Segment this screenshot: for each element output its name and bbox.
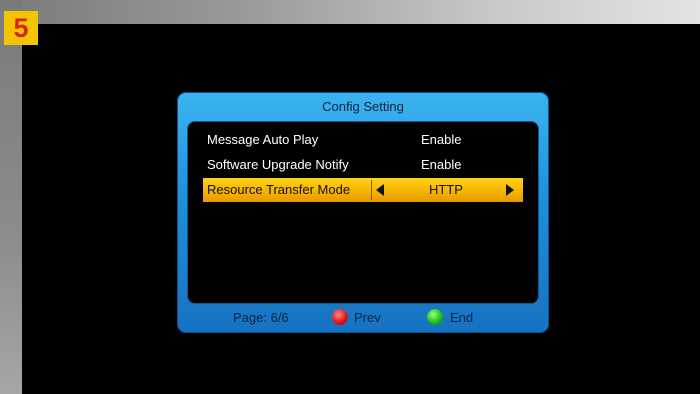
red-button-icon[interactable] — [332, 309, 348, 325]
green-button-icon[interactable] — [427, 309, 443, 325]
dialog-footer: Page: 6/6 Prev End — [177, 306, 549, 330]
setting-row-software-upgrade-notify[interactable]: Software Upgrade Notify Enable — [203, 153, 523, 177]
dialog-title: Config Setting — [322, 99, 404, 114]
prev-label: Prev — [354, 310, 381, 325]
page-indicator: Page: 6/6 — [233, 310, 289, 325]
setting-label: Software Upgrade Notify — [207, 157, 349, 172]
window-frame-top — [0, 0, 700, 24]
window-frame-left — [0, 0, 22, 394]
setting-value: HTTP — [429, 182, 463, 197]
setting-value: Enable — [421, 132, 462, 147]
setting-row-message-auto-play[interactable]: Message Auto Play Enable — [203, 128, 523, 152]
config-setting-dialog: Config Setting Message Auto Play Enable … — [177, 92, 549, 333]
step-number-badge: 5 — [4, 11, 38, 45]
setting-label: Resource Transfer Mode — [207, 182, 351, 197]
end-label: End — [450, 310, 474, 325]
setting-row-resource-transfer-mode[interactable]: Resource Transfer Mode HTTP — [203, 178, 523, 202]
settings-list: Message Auto Play Enable Software Upgrad… — [188, 122, 538, 303]
arrow-right-icon[interactable] — [506, 184, 514, 196]
setting-label: Message Auto Play — [207, 132, 319, 147]
value-selector[interactable]: HTTP — [371, 180, 520, 200]
setting-value: Enable — [421, 157, 462, 172]
